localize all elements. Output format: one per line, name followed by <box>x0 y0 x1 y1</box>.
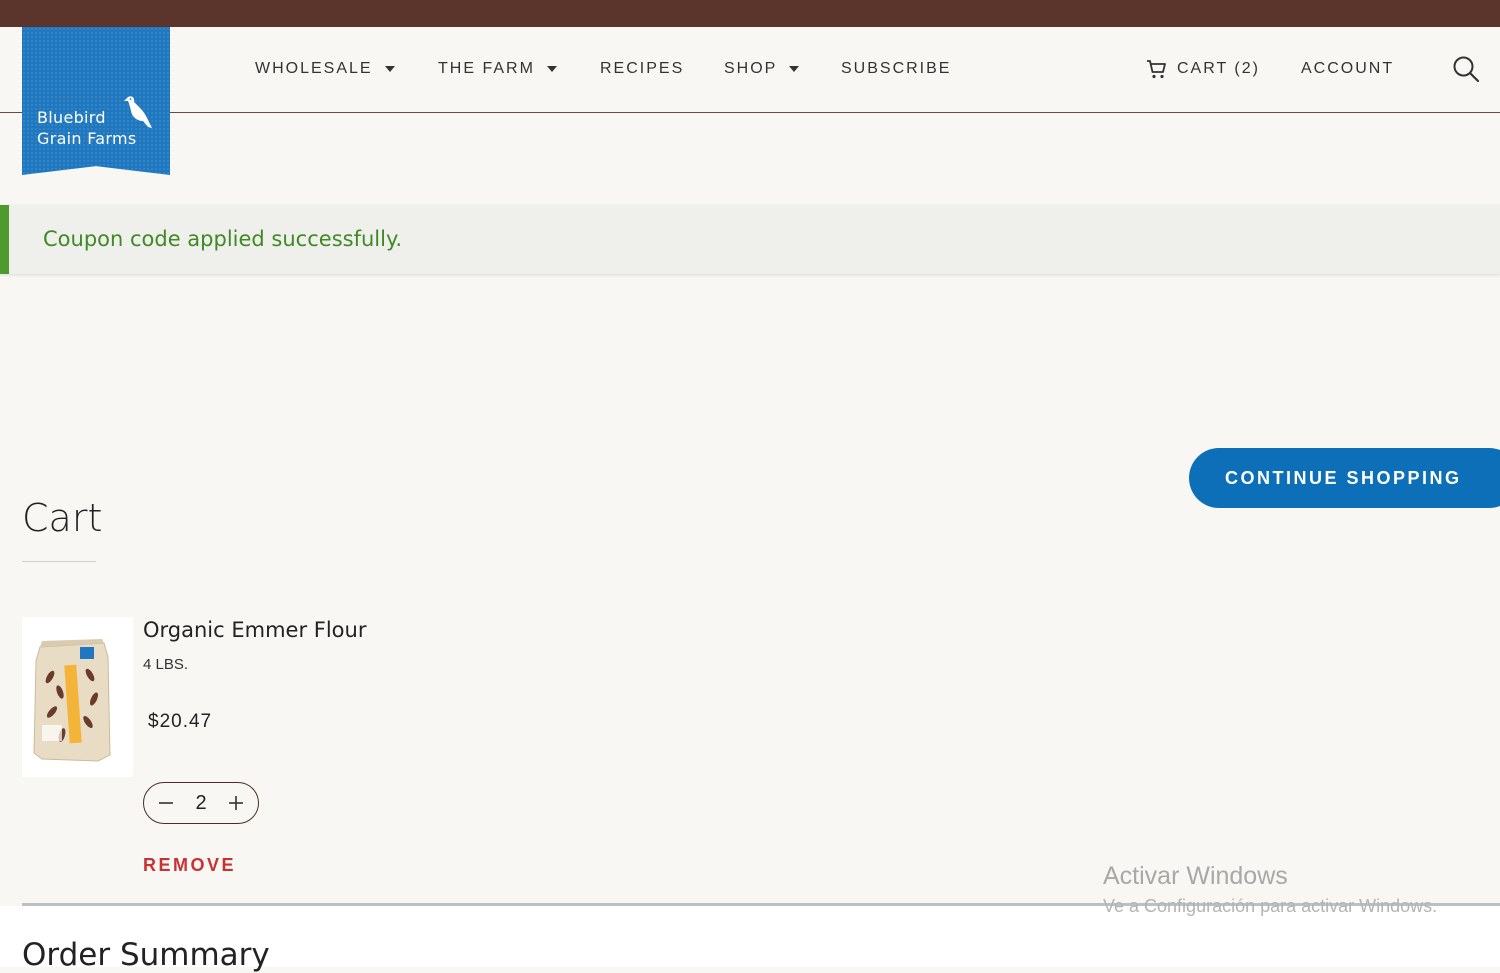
title-underline <box>22 561 96 562</box>
nav-wholesale[interactable]: WHOLESALE <box>255 60 395 78</box>
account-label: ACCOUNT <box>1301 60 1395 77</box>
search-icon <box>1453 56 1480 83</box>
account-link[interactable]: ACCOUNT <box>1301 60 1394 78</box>
windows-activation-title: Activar Windows <box>1103 862 1288 890</box>
chevron-down-icon <box>384 66 395 72</box>
nav-recipes[interactable]: RECIPES <box>600 60 684 78</box>
product-variant: 4 LBS. <box>143 656 189 673</box>
plus-icon <box>229 796 243 810</box>
top-bar <box>0 0 1500 27</box>
decrement-button[interactable] <box>158 795 174 811</box>
nav-label: RECIPES <box>600 60 685 77</box>
brand-name: Bluebird Grain Farms <box>37 107 137 149</box>
quantity-stepper[interactable]: 2 <box>143 782 259 824</box>
windows-activation-subtitle: Ve a Configuración para activar Windows. <box>1103 896 1438 916</box>
nav-the-farm[interactable]: THE FARM <box>438 60 557 78</box>
flour-bag-image <box>33 639 111 762</box>
chevron-down-icon <box>546 66 557 72</box>
cart-label: CART (2) <box>1177 60 1260 77</box>
continue-shopping-label: CONTINUE SHOPPING <box>1225 467 1462 488</box>
order-summary-title: Order Summary <box>22 937 270 973</box>
nav-subscribe[interactable]: SUBSCRIBE <box>841 60 951 78</box>
site-header: WHOLESALE THE FARM RECIPES SHOP SUBSCRIB… <box>0 27 1500 113</box>
page-title: Cart <box>22 496 103 540</box>
cart-icon <box>1147 60 1166 79</box>
nav-label: WHOLESALE <box>255 60 373 77</box>
minus-icon <box>159 802 173 804</box>
chevron-down-icon <box>789 66 800 72</box>
search-button[interactable] <box>1452 55 1480 83</box>
continue-shopping-button[interactable]: CONTINUE SHOPPING <box>1189 448 1500 508</box>
nav-label: SUBSCRIBE <box>841 60 952 77</box>
product-price: $20.47 <box>148 711 213 732</box>
brand-line-2: Grain Farms <box>37 129 137 148</box>
alert-message: Coupon code applied successfully. <box>43 227 403 251</box>
nav-label: THE FARM <box>438 60 535 77</box>
product-image[interactable] <box>22 617 133 777</box>
success-alert: Coupon code applied successfully. <box>0 205 1500 274</box>
cart-link[interactable]: CART (2) <box>1146 58 1260 80</box>
nav-shop[interactable]: SHOP <box>724 60 800 78</box>
nav-label: SHOP <box>724 60 778 77</box>
remove-button[interactable]: REMOVE <box>143 855 236 876</box>
product-name[interactable]: Organic Emmer Flour <box>143 618 366 642</box>
brand-line-1: Bluebird <box>37 108 106 127</box>
increment-button[interactable] <box>228 795 244 811</box>
quantity-value[interactable]: 2 <box>195 792 206 815</box>
brand-logo[interactable]: Bluebird Grain Farms <box>22 27 170 175</box>
